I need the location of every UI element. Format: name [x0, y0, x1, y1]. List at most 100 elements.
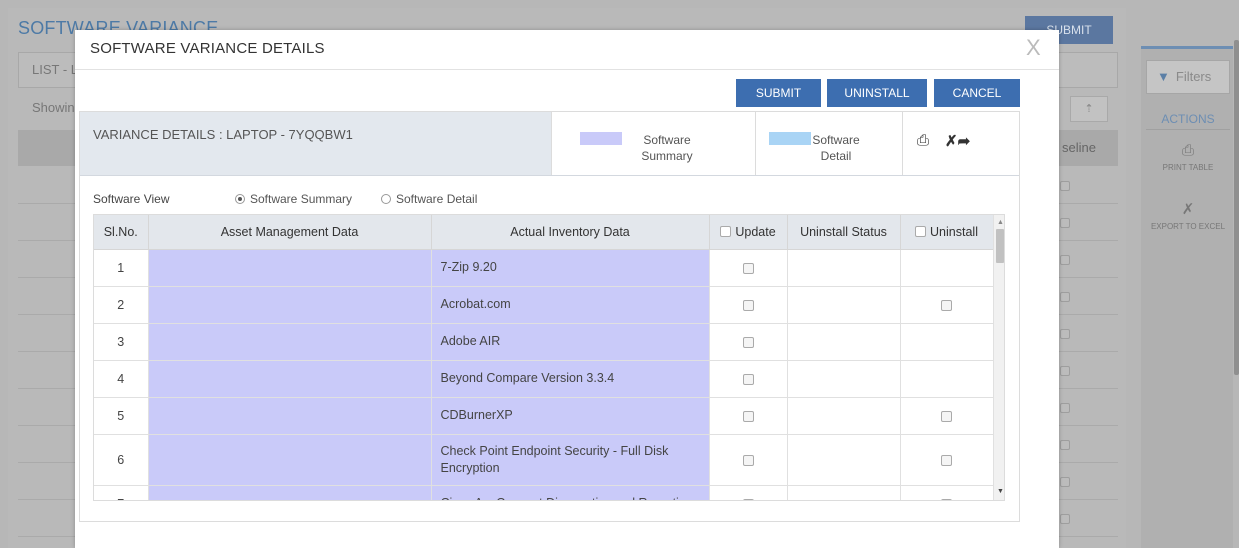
legend-software-summary: Software Summary: [551, 112, 755, 175]
background-export-action: ✗ EXPORT TO EXCEL: [1146, 200, 1230, 231]
cell-actual-data: Beyond Compare Version 3.3.4: [431, 360, 710, 398]
table-row: 4 Beyond Compare Version 3.3.4: [94, 360, 994, 398]
background-checkbox: [1060, 292, 1070, 302]
update-all-checkbox[interactable]: [720, 225, 732, 237]
cell-uninstall: [900, 485, 994, 500]
table-row: 6 Check Point Endpoint Security - Full D…: [94, 434, 994, 486]
background-filters-label: Filters: [1175, 69, 1212, 84]
variance-details-title: VARIANCE DETAILS : LAPTOP - 7YQQBW1: [93, 127, 353, 142]
background-list-label: LIST - L: [32, 62, 79, 77]
uninstall-button[interactable]: UNINSTALL: [827, 79, 927, 107]
cell-uninstall-status: [787, 485, 901, 500]
column-header-asset-data: Asset Management Data: [148, 215, 432, 250]
cell-uninstall: [900, 286, 994, 324]
cell-slno: 5: [94, 397, 149, 435]
background-column-header: seline: [1062, 140, 1096, 155]
background-checkbox: [1060, 181, 1070, 191]
update-checkbox[interactable]: [742, 262, 754, 274]
variance-summary-bar: VARIANCE DETAILS : LAPTOP - 7YQQBW1 Soft…: [80, 112, 1019, 176]
cell-update: [709, 360, 788, 398]
cancel-button[interactable]: CANCEL: [934, 79, 1020, 107]
cell-uninstall: [900, 323, 994, 361]
cell-asset-data: [148, 249, 432, 287]
toolbar-icons: ⎙ ✗➦: [902, 112, 1019, 175]
software-table-container: Sl.No. Asset Management Data Actual Inve…: [93, 214, 1005, 501]
funnel-icon: ▼: [1157, 69, 1170, 84]
legend-label-detail: Software Detail: [812, 133, 860, 163]
modal-header: SOFTWARE VARIANCE DETAILS X: [75, 30, 1059, 70]
column-header-slno: Sl.No.: [94, 215, 149, 250]
scroll-up-arrow-icon[interactable]: ▲: [997, 219, 1004, 226]
column-header-actual-data: Actual Inventory Data: [431, 215, 710, 250]
uninstall-checkbox[interactable]: [941, 498, 952, 500]
uninstall-header-label: Uninstall: [930, 224, 978, 239]
background-actions-label: ACTIONS: [1146, 108, 1230, 130]
background-print-table-label: PRINT TABLE: [1162, 163, 1214, 172]
update-checkbox[interactable]: [742, 410, 754, 422]
printer-icon[interactable]: ⎙: [917, 132, 929, 149]
update-checkbox[interactable]: [742, 454, 754, 466]
update-checkbox[interactable]: [742, 336, 754, 348]
cell-uninstall-status: [787, 360, 901, 398]
update-checkbox[interactable]: [742, 373, 754, 385]
column-header-update: Update: [709, 215, 788, 250]
cell-slno: 3: [94, 323, 149, 361]
cell-asset-data: [148, 485, 432, 500]
submit-button[interactable]: SUBMIT: [736, 79, 821, 107]
legend-swatch-summary: [580, 132, 622, 145]
cell-actual-data: 7-Zip 9.20: [431, 249, 710, 287]
uninstall-checkbox[interactable]: [941, 454, 952, 466]
cell-asset-data: [148, 360, 432, 398]
cell-asset-data: [148, 397, 432, 435]
cell-actual-data: Cisco AnyConnect Diagnostics and Reporti…: [431, 485, 710, 500]
cell-uninstall-status: [787, 397, 901, 435]
update-header-label: Update: [735, 224, 776, 239]
cell-uninstall: [900, 434, 994, 486]
uninstall-all-checkbox[interactable]: [915, 225, 927, 237]
background-sort-button: ⇡: [1070, 96, 1108, 122]
cell-uninstall-status: [787, 286, 901, 324]
table-row: 5 CDBurnerXP: [94, 397, 994, 435]
cell-actual-data: Adobe AIR: [431, 323, 710, 361]
background-filters-button: ▼ Filters: [1146, 60, 1230, 94]
uninstall-checkbox[interactable]: [941, 410, 952, 422]
background-showing-label: Showin: [32, 100, 75, 115]
cell-update: [709, 485, 788, 500]
radio-label-summary: Software Summary: [250, 192, 353, 206]
background-checkbox: [1060, 366, 1070, 376]
cell-asset-data: [148, 286, 432, 324]
modal-title: SOFTWARE VARIANCE DETAILS: [90, 40, 325, 57]
radio-dot-selected: [235, 194, 245, 204]
table-row: 3 Adobe AIR: [94, 323, 994, 361]
cell-slno: 7: [94, 485, 149, 500]
cell-actual-data: CDBurnerXP: [431, 397, 710, 435]
radio-software-detail[interactable]: Software Detail: [381, 192, 477, 206]
cell-uninstall-status: [787, 323, 901, 361]
scrollbar-thumb[interactable]: [996, 229, 1004, 263]
cell-actual-data: Acrobat.com: [431, 286, 710, 324]
background-checkbox: [1060, 477, 1070, 487]
table-scrollbar[interactable]: ▲ ▼: [993, 215, 1004, 500]
cell-slno: 1: [94, 249, 149, 287]
close-icon[interactable]: X: [1026, 35, 1041, 61]
background-checkbox: [1060, 329, 1070, 339]
background-print-table-action: ⎙ PRINT TABLE: [1146, 142, 1230, 172]
radio-software-summary[interactable]: Software Summary: [235, 192, 352, 206]
update-checkbox[interactable]: [742, 498, 754, 500]
cell-actual-data: Check Point Endpoint Security - Full Dis…: [431, 434, 710, 486]
legend-label-summary: Software Summary: [641, 133, 693, 163]
column-header-uninstall: Uninstall: [900, 215, 994, 250]
software-view-label: Software View: [93, 192, 170, 206]
background-checkbox: [1060, 440, 1070, 450]
table-row: 1 7-Zip 9.20: [94, 249, 994, 287]
cell-asset-data: [148, 323, 432, 361]
update-checkbox[interactable]: [742, 299, 754, 311]
excel-export-icon[interactable]: ✗➦: [945, 132, 970, 150]
cell-slno: 6: [94, 434, 149, 486]
cell-uninstall: [900, 360, 994, 398]
scroll-down-arrow-icon[interactable]: ▼: [997, 488, 1004, 495]
cell-slno: 4: [94, 360, 149, 398]
cell-slno: 2: [94, 286, 149, 324]
legend-software-detail: Software Detail: [755, 112, 902, 175]
uninstall-checkbox[interactable]: [941, 299, 952, 311]
